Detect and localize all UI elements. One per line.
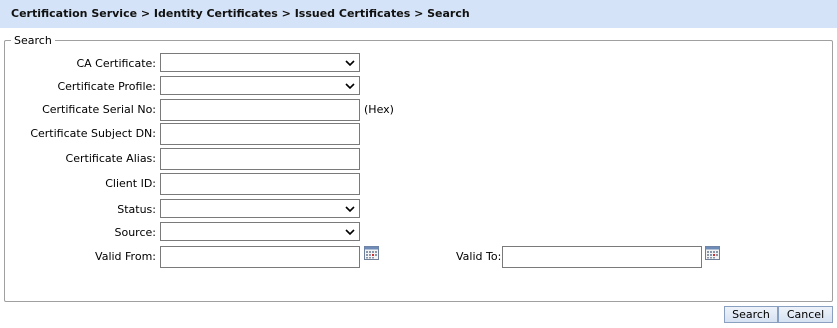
status-row: Status: xyxy=(0,199,360,221)
calendar-icon[interactable] xyxy=(705,246,720,260)
ca-certificate-row: CA Certificate: xyxy=(0,53,360,75)
search-legend: Search xyxy=(14,34,52,47)
subject-dn-input[interactable] xyxy=(160,123,360,145)
source-row: Source: xyxy=(0,222,360,244)
valid-from-label: Valid From: xyxy=(95,250,156,263)
certificate-profile-select[interactable] xyxy=(160,76,360,95)
chevron-down-icon xyxy=(345,83,355,90)
calendar-icon[interactable] xyxy=(364,246,379,260)
alias-input[interactable] xyxy=(160,148,360,170)
client-id-label: Client ID: xyxy=(105,177,156,190)
certificate-profile-row: Certificate Profile: xyxy=(0,76,360,98)
source-select[interactable] xyxy=(160,222,360,241)
breadcrumb: Certification Service > Identity Certifi… xyxy=(0,0,837,28)
source-label: Source: xyxy=(114,226,157,239)
status-select[interactable] xyxy=(160,199,360,218)
alias-label: Certificate Alias: xyxy=(65,152,156,165)
ca-certificate-label: CA Certificate: xyxy=(76,57,156,70)
status-label: Status: xyxy=(117,203,156,216)
serial-no-input[interactable] xyxy=(160,99,360,121)
valid-from-input[interactable] xyxy=(160,246,360,268)
subject-dn-label: Certificate Subject DN: xyxy=(30,127,156,140)
chevron-down-icon xyxy=(345,60,355,67)
valid-to-label: Valid To: xyxy=(456,250,502,263)
client-id-input[interactable] xyxy=(160,173,360,195)
chevron-down-icon xyxy=(345,229,355,236)
hex-suffix: (Hex) xyxy=(364,103,394,116)
serial-no-label: Certificate Serial No: xyxy=(42,103,156,116)
cancel-button[interactable]: Cancel xyxy=(778,306,833,323)
chevron-down-icon xyxy=(345,206,355,213)
valid-to-input[interactable] xyxy=(502,246,702,268)
search-button[interactable]: Search xyxy=(724,306,778,323)
ca-certificate-select[interactable] xyxy=(160,53,360,72)
certificate-profile-label: Certificate Profile: xyxy=(57,80,156,93)
